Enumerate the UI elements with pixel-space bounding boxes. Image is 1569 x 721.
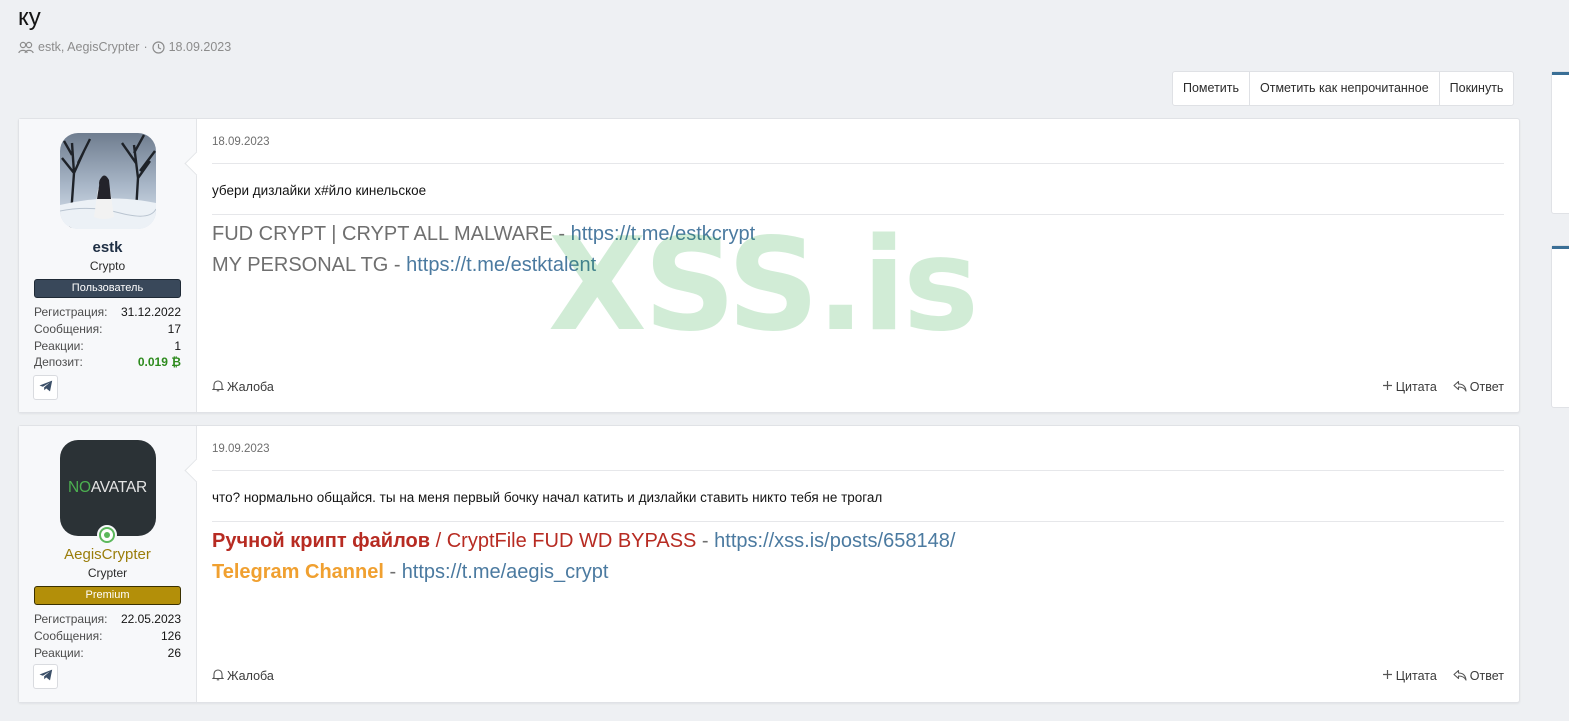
telegram-icon — [39, 668, 53, 686]
plus-icon — [1382, 380, 1393, 394]
signature-divider — [212, 521, 1504, 522]
telegram-icon — [39, 379, 53, 397]
avatar[interactable]: NO AVATAR — [59, 440, 156, 536]
report-link[interactable]: Жалоба — [211, 379, 274, 395]
report-link[interactable]: Жалоба — [211, 668, 274, 684]
telegram-button[interactable] — [33, 664, 58, 689]
reply-icon — [1453, 380, 1467, 395]
user-title: Crypter — [87, 566, 128, 580]
stat-label: Сообщения: — [34, 321, 103, 336]
reply-button[interactable]: Ответ — [1453, 668, 1504, 684]
post-footer: Жалоба Цитата Ответ — [211, 379, 1504, 395]
sidebar-widget-2 — [1551, 245, 1569, 408]
plus-icon — [1382, 669, 1393, 683]
post-user-panel: NO AVATAR AegisCrypter Crypter Premium Ре… — [19, 426, 197, 702]
user-banner: Premium — [34, 586, 181, 605]
avatar-text-avatar: AVATAR — [90, 479, 148, 496]
stat-label: Регистрация: — [34, 612, 108, 626]
deposit-value: 0.019 ₿ — [137, 355, 181, 370]
post-body: 19.09.2023 что? нормально общайся. ты на… — [197, 426, 1519, 702]
post-date[interactable]: 19.09.2023 — [212, 443, 1504, 455]
post-message: убери дизлайки х#йло кинельское — [212, 183, 427, 198]
stat-value: 1 — [174, 338, 181, 353]
sidebar-widget-1 — [1551, 71, 1569, 214]
quote-label: Цитата — [1395, 380, 1437, 394]
bell-icon — [211, 379, 225, 395]
post-date[interactable]: 18.09.2023 — [212, 136, 1504, 148]
bell-icon — [211, 668, 225, 684]
stat-label: Реакции: — [34, 338, 84, 353]
stat-value: 26 — [167, 645, 181, 660]
user-title: Crypto — [89, 259, 126, 273]
mark-button[interactable]: Пометить — [1173, 72, 1251, 105]
username[interactable]: estk — [19, 239, 196, 256]
post-body: 18.09.2023 убери дизлайки х#йло кинельск… — [197, 119, 1519, 412]
stat-value: 22.05.2023 — [120, 612, 181, 626]
post-message: что? нормально общайся. ты на меня первы… — [212, 490, 883, 505]
stat-label: Сообщения: — [34, 628, 103, 643]
avatar[interactable] — [59, 133, 156, 229]
online-status-icon — [97, 525, 117, 545]
avatar-text-no: NO — [67, 479, 91, 496]
signature-text: MY PERSONAL TG - — [212, 254, 407, 276]
signature-link[interactable]: https://t.me/aegis_crypt — [402, 561, 609, 583]
signature-dash: - — [696, 530, 715, 552]
stat-label: Регистрация: — [34, 305, 108, 319]
signature: FUD CRYPT | CRYPT ALL MALWARE - https://… — [212, 219, 1504, 281]
divider — [212, 470, 1504, 471]
signature-text: / CryptFile FUD WD BYPASS — [430, 530, 697, 552]
quote-button[interactable]: Цитата — [1382, 379, 1437, 395]
reply-button[interactable]: Ответ — [1453, 379, 1504, 395]
stat-value[interactable]: 126 — [161, 628, 181, 645]
user-stats: Регистрация: 22.05.2023 Сообщения: 126 Реа… — [34, 611, 181, 661]
quote-button[interactable]: Цитата — [1382, 668, 1437, 684]
user-banner: Пользователь — [34, 279, 181, 298]
report-label: Жалоба — [227, 380, 274, 394]
post-1: estk Crypto Пользователь Регистрация: 31.… — [18, 118, 1520, 413]
telegram-button[interactable] — [33, 375, 58, 400]
quote-label: Цитата — [1395, 669, 1437, 683]
signature-link[interactable]: https://xss.is/posts/658148/ — [714, 530, 955, 552]
signature-link[interactable]: https://t.me/estktalent — [406, 254, 596, 276]
thread-date[interactable]: 18.09.2023 — [169, 40, 232, 54]
divider — [212, 163, 1504, 164]
participants-icon — [18, 41, 34, 54]
signature-bold-text: Telegram Channel — [212, 561, 384, 583]
signature-bold-text: Ручной крипт файлов — [212, 530, 431, 552]
thread-title: ку — [18, 4, 41, 31]
reply-label: Ответ — [1469, 669, 1504, 683]
meta-separator: · — [143, 40, 148, 54]
stat-label: Реакции: — [34, 645, 84, 660]
leave-button[interactable]: Покинуть — [1440, 72, 1514, 105]
signature: Ручной крипт файлов / CryptFile FUD WD B… — [212, 526, 1504, 588]
post-user-panel: estk Crypto Пользователь Регистрация: 31.… — [19, 119, 197, 412]
signature-dash: - — [383, 561, 402, 583]
mark-unread-button[interactable]: Отметить как непрочитанное — [1250, 72, 1440, 105]
participants-list[interactable]: estk, AegisCrypter — [38, 40, 139, 54]
signature-link[interactable]: https://t.me/estkcrypt — [571, 223, 756, 245]
reply-label: Ответ — [1469, 380, 1504, 394]
user-stats: Регистрация: 31.12.2022 Сообщения: 17 Реак… — [34, 304, 181, 371]
signature-text: FUD CRYPT | CRYPT ALL MALWARE - — [212, 223, 571, 245]
report-label: Жалоба — [227, 669, 274, 683]
thread-actions: Пометить Отметить как непрочитанное Поки… — [1172, 71, 1515, 106]
thread-meta: estk, AegisCrypter · 18.09.2023 — [18, 40, 231, 54]
post-footer: Жалоба Цитата Ответ — [211, 668, 1504, 684]
reply-icon — [1453, 669, 1467, 684]
signature-divider — [212, 214, 1504, 215]
post-2: NO AVATAR AegisCrypter Crypter Premium Ре… — [18, 425, 1520, 703]
username[interactable]: AegisCrypter — [19, 546, 196, 563]
clock-icon — [152, 40, 165, 54]
stat-label: Депозит: — [34, 355, 83, 370]
stat-value: 31.12.2022 — [120, 305, 181, 319]
stat-value[interactable]: 17 — [168, 321, 181, 338]
